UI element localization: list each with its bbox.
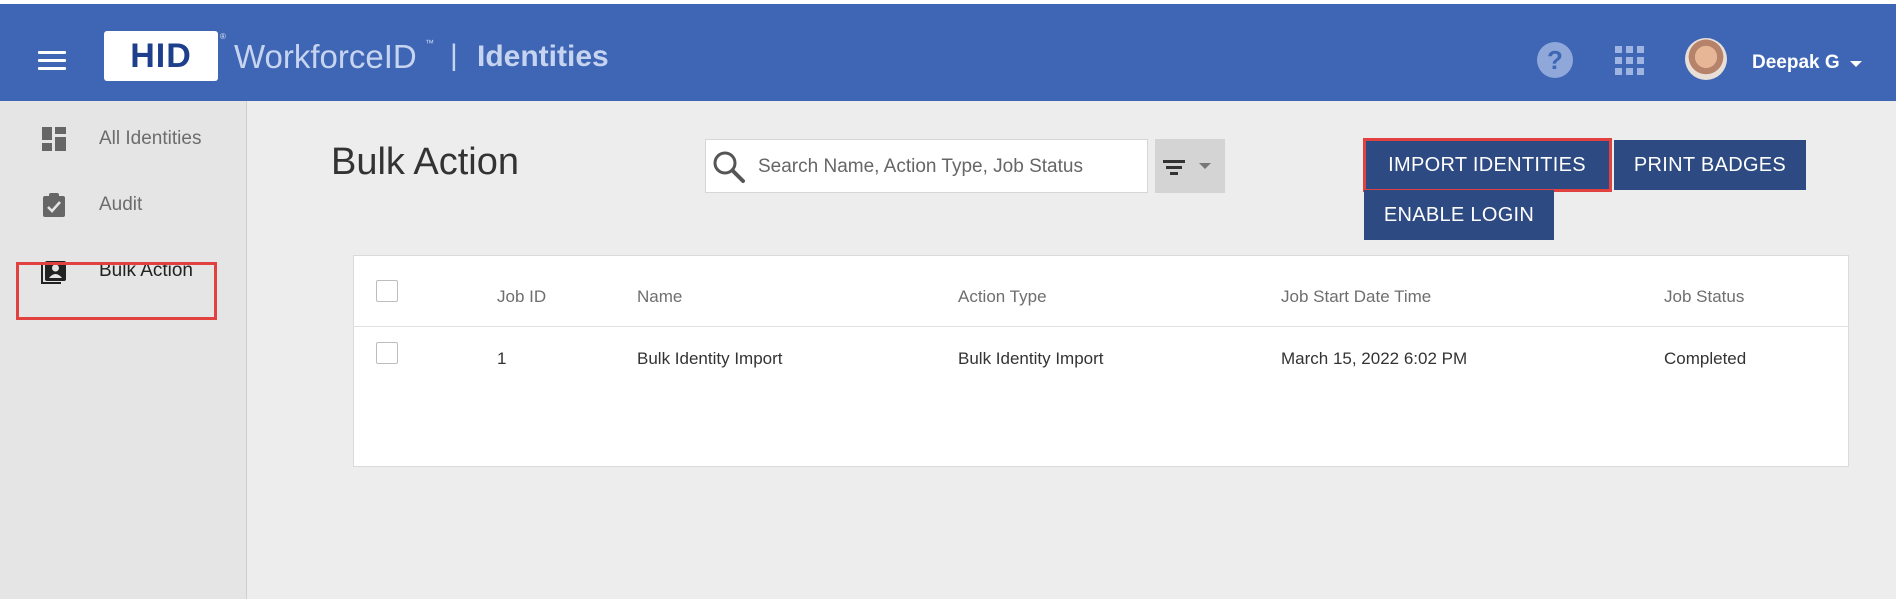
search-input[interactable] (758, 152, 1138, 182)
import-button-highlight (1363, 138, 1612, 192)
table-cell-status: Completed (1664, 349, 1747, 368)
print-badges-button[interactable]: PRINT BADGES (1614, 140, 1806, 190)
help-icon[interactable]: ? (1537, 42, 1573, 78)
sidebar-item-label: All Identities (99, 128, 202, 149)
chevron-down-icon[interactable] (1850, 61, 1862, 67)
trademark-mark: ™ (425, 38, 434, 48)
column-header-job-status[interactable]: Job Status (1664, 287, 1744, 307)
sidebar-item-all-identities[interactable]: All Identities (0, 112, 247, 164)
column-header-action-type[interactable]: Action Type (958, 287, 1047, 307)
user-name[interactable]: Deepak G (1752, 52, 1840, 74)
search-icon (713, 151, 745, 183)
app-header: HID ® WorkforceID ™ | Identities ? Deepa… (0, 4, 1896, 101)
dashboard-icon (42, 127, 66, 151)
chevron-down-icon[interactable] (1199, 163, 1211, 169)
table-cell-action-type: Bulk Identity Import (958, 349, 1104, 368)
sidebar-item-audit[interactable]: Audit (0, 178, 247, 230)
brand-separator: | (450, 39, 458, 72)
sidebar: All Identities Audit Bulk Action (0, 101, 247, 599)
select-all-checkbox[interactable] (376, 280, 398, 302)
logo-text: HID (130, 37, 192, 75)
enable-login-button[interactable]: ENABLE LOGIN (1364, 190, 1554, 240)
page-title: Bulk Action (331, 141, 519, 183)
menu-icon[interactable] (38, 51, 66, 71)
registered-mark: ® (220, 32, 226, 41)
apps-grid-icon[interactable] (1615, 46, 1645, 76)
column-header-job-start[interactable]: Job Start Date Time (1281, 287, 1431, 307)
avatar[interactable] (1685, 38, 1727, 80)
active-nav-highlight (16, 262, 217, 320)
table-cell-job-id: 1 (497, 349, 507, 368)
hid-logo: HID (104, 31, 218, 81)
row-checkbox[interactable] (376, 342, 398, 364)
clipboard-check-icon (43, 193, 65, 217)
row-divider (353, 326, 1849, 327)
brand-name: WorkforceID (234, 38, 417, 75)
filter-button[interactable] (1155, 139, 1225, 193)
column-header-name[interactable]: Name (637, 287, 682, 307)
sidebar-item-label: Audit (99, 194, 143, 215)
table-cell-start: March 15, 2022 6:02 PM (1281, 349, 1468, 368)
product-name: Identities (477, 40, 609, 73)
table-cell-name[interactable]: Bulk Identity Import (637, 349, 783, 369)
column-header-job-id[interactable]: Job ID (497, 287, 546, 307)
